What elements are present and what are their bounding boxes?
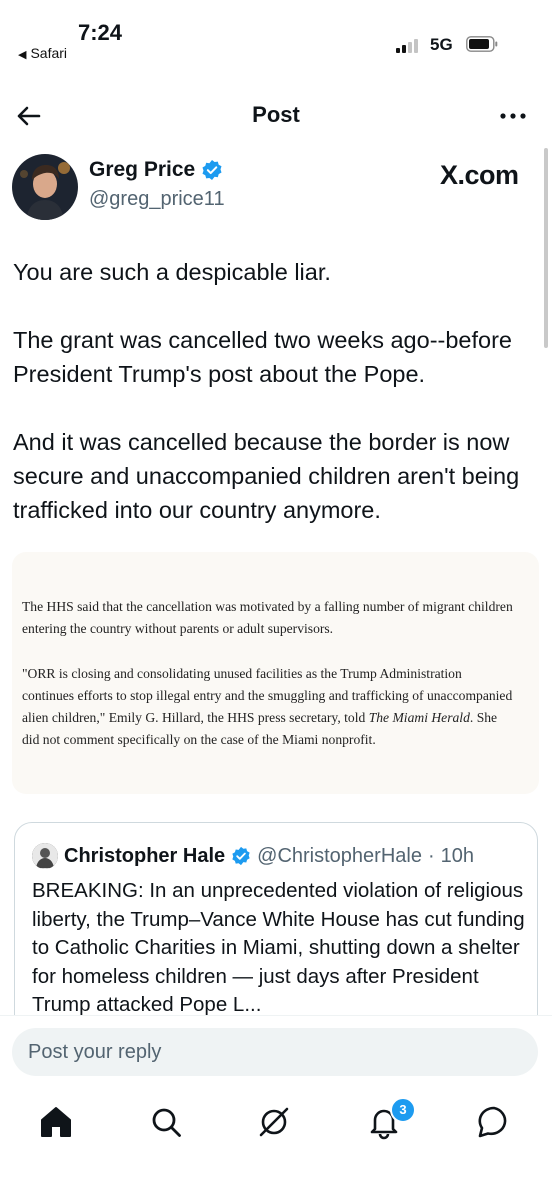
notification-count-badge: 3: [390, 1097, 416, 1123]
avatar-photo: [12, 154, 78, 220]
reply-input[interactable]: Post your reply: [12, 1028, 538, 1076]
attached-image[interactable]: The HHS said that the cancellation was m…: [12, 552, 539, 794]
clock: 7:24: [78, 20, 123, 45]
verified-badge-icon: [202, 160, 222, 180]
post-paragraph: You are such a despicable liar.: [13, 259, 331, 285]
tab-bar: [0, 1102, 552, 1142]
source-watermark: X.com: [440, 160, 519, 190]
grok-icon[interactable]: [254, 1102, 294, 1142]
quoted-separator: ·: [427, 844, 435, 867]
post-body: You are such a despicable liar. The gran…: [13, 255, 543, 561]
back-to-app-link[interactable]: ◀ Safari: [18, 45, 67, 61]
article-publication: The Miami Herald: [368, 710, 470, 726]
avatar[interactable]: [12, 154, 78, 220]
battery-icon: [466, 36, 498, 52]
top-nav: Post: [0, 92, 552, 140]
post-paragraph: And it was cancelled because the border …: [13, 429, 520, 523]
bottom-area: Post your reply: [0, 1015, 552, 1201]
network-type: 5G: [430, 35, 453, 54]
back-app-label: Safari: [30, 45, 68, 61]
quoted-author-handle: @ChristopherHale: [257, 844, 422, 867]
scrollbar[interactable]: [544, 148, 548, 348]
home-icon[interactable]: [36, 1102, 76, 1142]
search-icon[interactable]: [146, 1102, 186, 1142]
more-horizontal-icon[interactable]: [496, 100, 530, 132]
article-paragraph: The HHS said that the cancellation was m…: [22, 599, 513, 637]
verified-badge-icon: [232, 846, 250, 866]
signal-strength-icon: [396, 37, 422, 53]
quoted-author-name: Christopher Hale: [64, 844, 226, 867]
back-triangle-icon: ◀: [18, 49, 27, 61]
quoted-post-header: Christopher Hale @ChristopherHale · 10h: [32, 843, 474, 869]
quoted-avatar: [32, 843, 58, 869]
author-handle[interactable]: @greg_price11: [89, 188, 225, 211]
post-paragraph: The grant was cancelled two weeks ago--b…: [13, 327, 512, 387]
author-name[interactable]: Greg Price: [89, 158, 223, 182]
messages-icon[interactable]: [474, 1102, 514, 1142]
article-paragraph: "ORR is closing and consolidating unused…: [22, 663, 517, 752]
quoted-post-text: BREAKING: In an unprecedented violation …: [32, 879, 525, 1017]
status-bar: 7:24 ◀ Safari 5G: [0, 0, 552, 80]
page-title: Post: [252, 102, 300, 127]
author-name-text: Greg Price: [89, 158, 196, 181]
quoted-timestamp: 10h: [440, 844, 475, 867]
